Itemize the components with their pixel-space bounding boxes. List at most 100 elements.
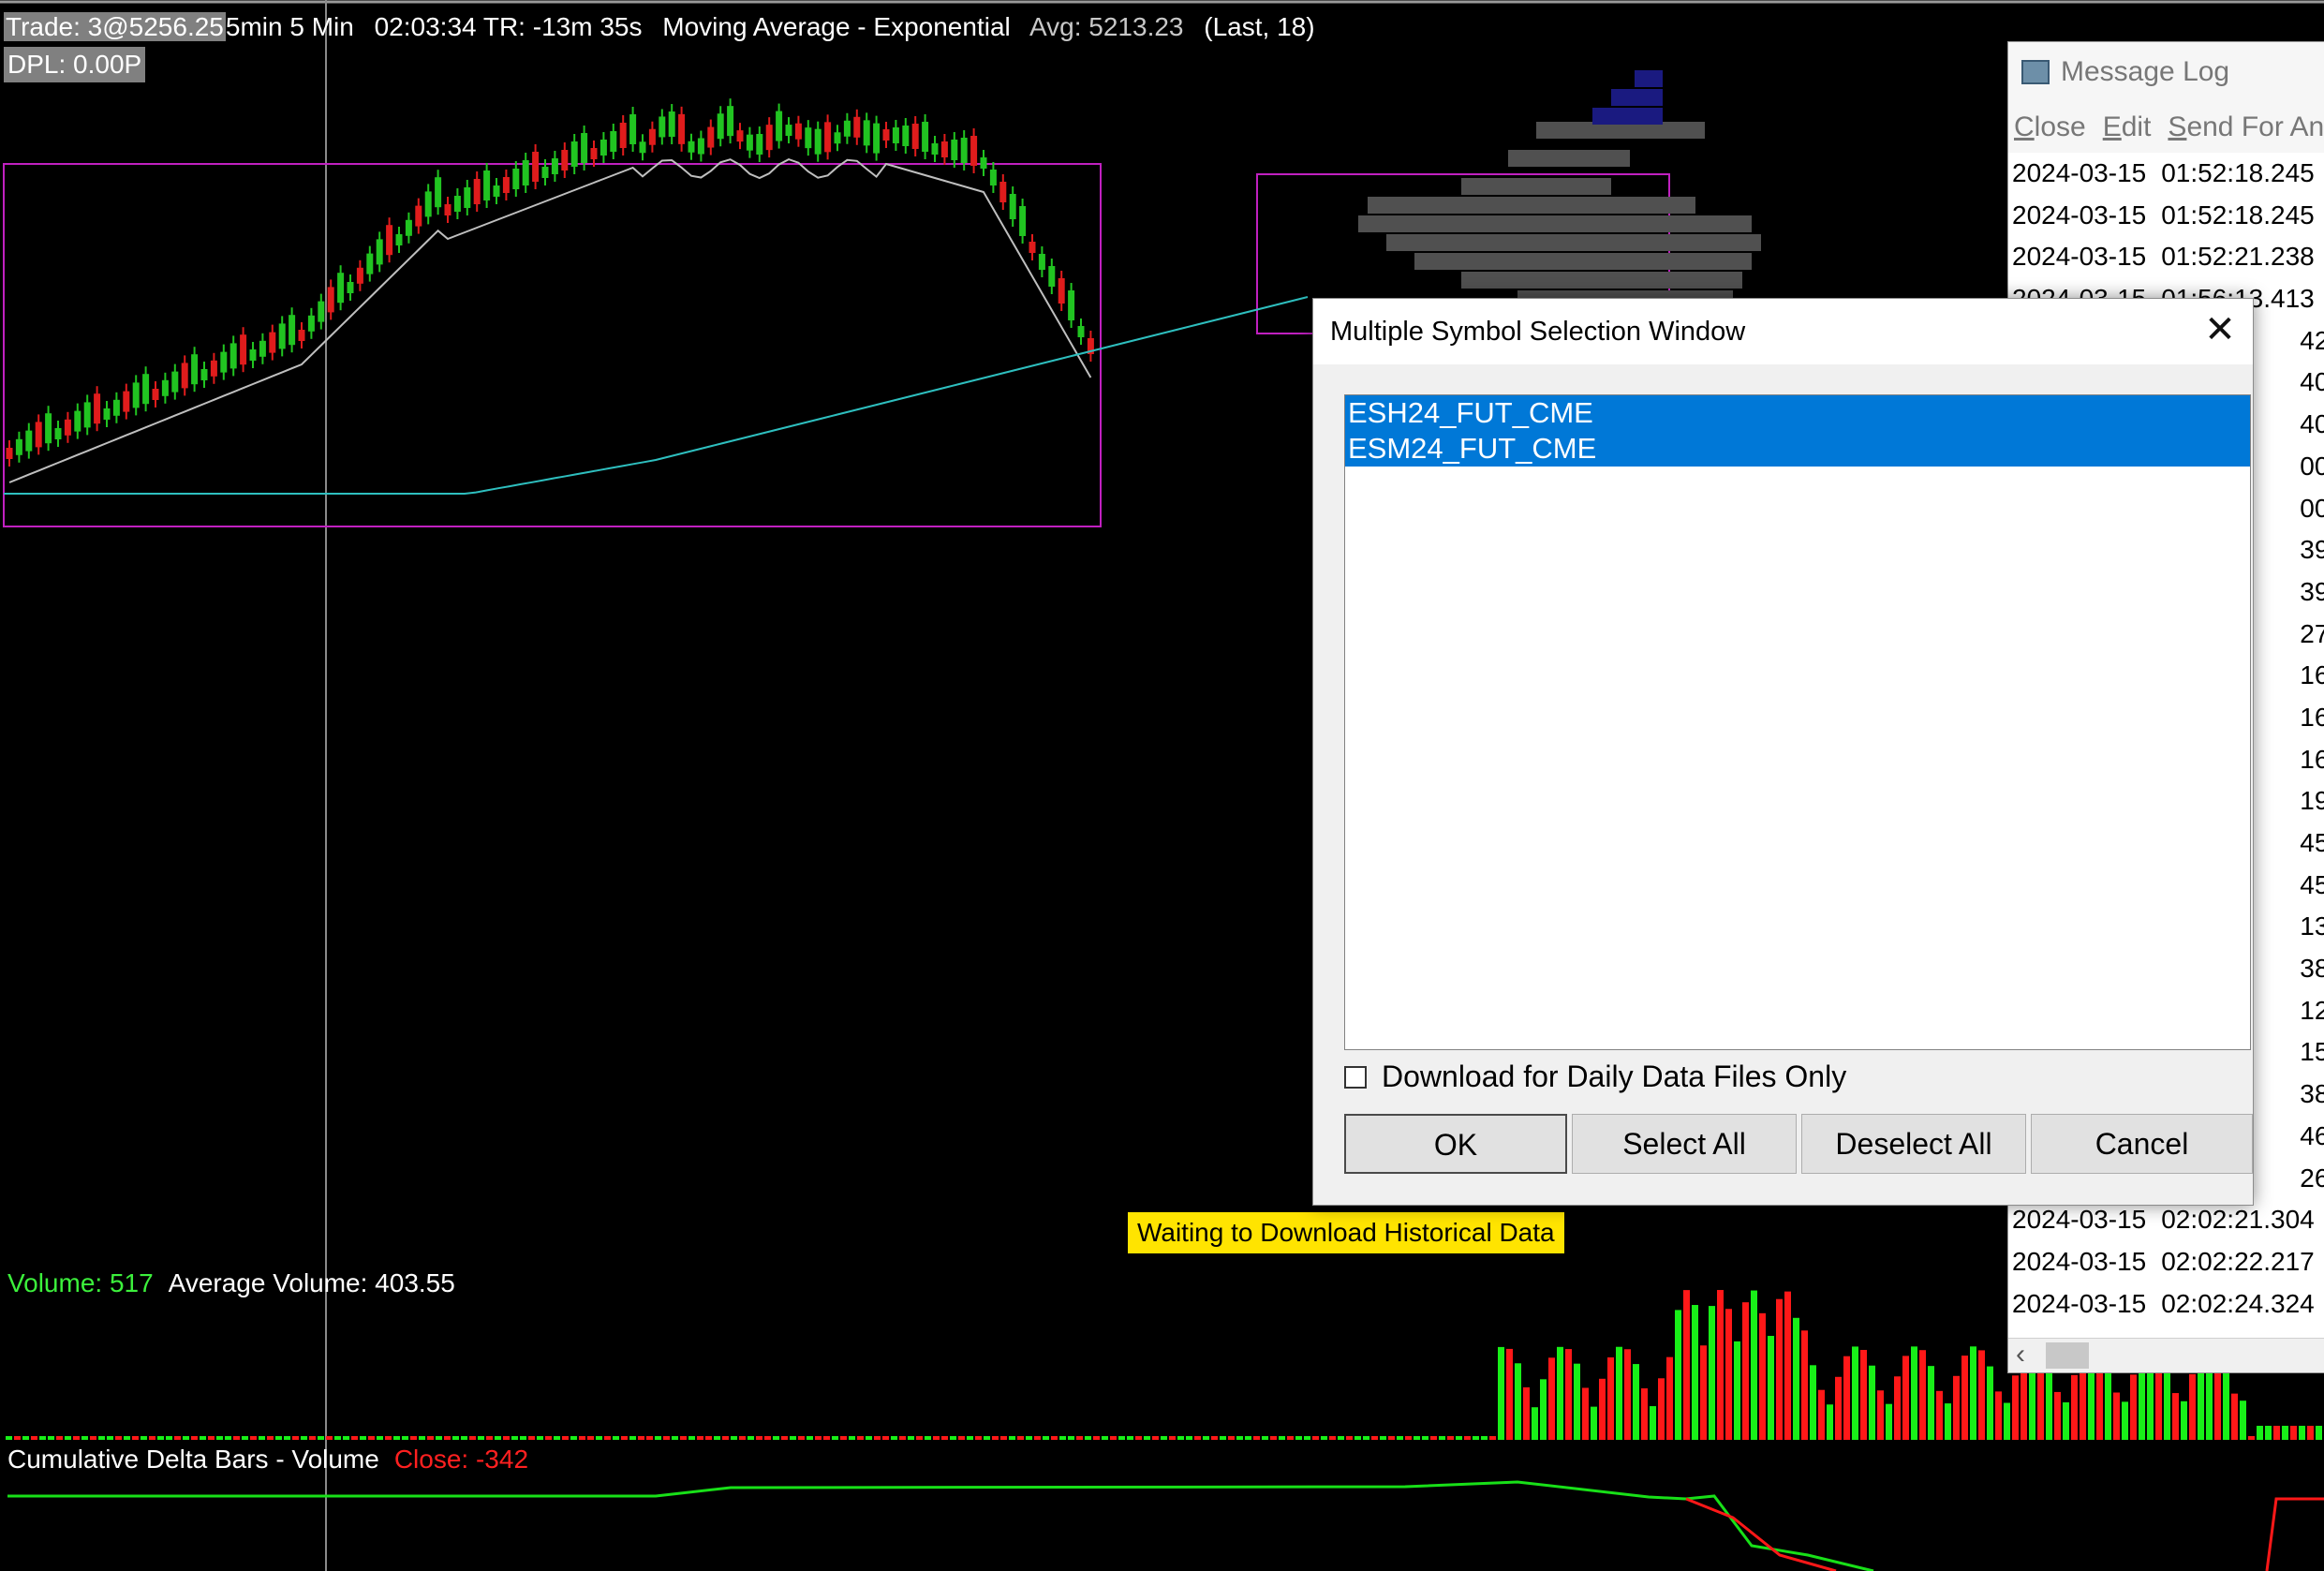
menu-edit[interactable]: Edit [2103, 111, 2152, 143]
volume-bar [1236, 1436, 1243, 1440]
volume-bar [596, 1436, 602, 1440]
candle-body [736, 130, 744, 142]
study-name: Moving Average - Exponential [662, 12, 1011, 41]
volume-profile-bar [1368, 197, 1695, 214]
candle-body [1009, 194, 1016, 219]
volume-bar [798, 1436, 805, 1440]
dialog-titlebar[interactable]: Multiple Symbol Selection Window ✕ [1313, 299, 2253, 364]
volume-bar [1270, 1436, 1277, 1440]
volume-bar [1135, 1436, 1142, 1440]
volume-bar [1211, 1436, 1218, 1440]
cumulative-delta-close: Close: -342 [393, 1445, 529, 1474]
volume-bar [2113, 1392, 2120, 1440]
message-log-date: 2024-03-15 [2012, 242, 2147, 272]
message-log-title: Message Log [2061, 56, 2230, 87]
candle-body [415, 205, 422, 227]
scroll-thumb[interactable] [2046, 1342, 2089, 1369]
daily-data-checkbox[interactable] [1344, 1065, 1367, 1089]
candle-body [405, 219, 412, 236]
volume-bar [545, 1436, 552, 1440]
symbol-list[interactable]: ESH24_FUT_CME ESM24_FUT_CME [1344, 394, 2251, 1050]
menu-send-for-analysis[interactable]: Send For Ana [2168, 111, 2324, 143]
volume-bar [1059, 1436, 1066, 1440]
volume-bar [1329, 1436, 1336, 1440]
volume-bar [1220, 1436, 1226, 1440]
menu-close[interactable]: Close [2014, 111, 2086, 143]
message-log-time: 190 [2300, 786, 2324, 816]
volume-profile-top [1635, 70, 1663, 87]
message-log-row[interactable]: 2024-03-15 02:02:22.217 [2008, 1241, 2324, 1283]
symbol-item-esh24[interactable]: ESH24_FUT_CME [1345, 395, 2250, 431]
symbol-item-esm24[interactable]: ESM24_FUT_CME [1345, 431, 2250, 467]
volume-bar [528, 1436, 535, 1440]
volume-bar [604, 1436, 611, 1440]
volume-bar [663, 1436, 670, 1440]
scroll-left-icon[interactable]: ‹ [2016, 1339, 2040, 1372]
candle-body [356, 267, 363, 284]
message-log-titlebar[interactable]: Message Log [2008, 42, 2324, 102]
volume-bar [705, 1436, 712, 1440]
volume-bar [469, 1436, 476, 1440]
message-log-hscrollbar[interactable]: ‹ [2008, 1338, 2324, 1372]
message-log-row[interactable]: 2024-03-15 02:02:24.324 [2008, 1283, 2324, 1326]
candle-body [765, 125, 773, 151]
volume-bar [39, 1436, 46, 1440]
candle-body [882, 129, 890, 141]
volume-bar [1203, 1436, 1209, 1440]
volume-bar [950, 1436, 956, 1440]
deselect-all-button[interactable]: Deselect All [1801, 1114, 2026, 1174]
volume-bar [309, 1436, 316, 1440]
volume-bar [1902, 1356, 1909, 1440]
message-log-date: 2024-03-15 [2012, 1205, 2147, 1235]
candle-body [83, 402, 91, 428]
candle-body [200, 369, 208, 380]
candle-body [1058, 278, 1065, 304]
candle-body [444, 204, 451, 215]
volume-bar [1624, 1349, 1631, 1440]
candle-body [74, 410, 81, 432]
candle-body [366, 253, 374, 274]
candle-body [541, 167, 549, 178]
volume-bar [1936, 1390, 1943, 1440]
volume-bar [908, 1436, 914, 1440]
trade-readout: Trade: 3@5256.25 [4, 12, 226, 41]
volume-bar [1295, 1436, 1302, 1440]
message-log-row[interactable]: 2024-03-15 01:52:21.238 [2008, 236, 2324, 278]
message-log-time: 421 [2300, 325, 2324, 355]
volume-bar [48, 1436, 54, 1440]
select-all-button[interactable]: Select All [1572, 1114, 1797, 1174]
cancel-button[interactable]: Cancel [2031, 1114, 2253, 1174]
volume-bar [1995, 1391, 2002, 1440]
volume-bar [22, 1436, 29, 1440]
candle-body [435, 177, 442, 208]
candle-body [1029, 242, 1036, 253]
message-log-time: 01:52:21.238 [2161, 242, 2315, 272]
volume-bar [343, 1436, 349, 1440]
volume-bar [2307, 1426, 2314, 1440]
message-log-time: 133 [2300, 911, 2324, 941]
message-log-row[interactable]: 2024-03-15 01:52:18.245 [2008, 195, 2324, 237]
volume-bar [857, 1436, 864, 1440]
volume-bar [992, 1436, 999, 1440]
volume-bar [790, 1436, 796, 1440]
candle-body [911, 124, 919, 149]
close-icon[interactable]: ✕ [2187, 299, 2253, 364]
message-log-row[interactable]: 2024-03-15 01:52:18.245 [2008, 153, 2324, 195]
volume-profile-bar [1386, 234, 1761, 251]
multiple-symbol-selection-dialog[interactable]: Multiple Symbol Selection Window ✕ ESH24… [1312, 298, 2254, 1206]
volume-bar [157, 1436, 164, 1440]
candle-body [629, 114, 637, 144]
ema-slow-line [4, 296, 1309, 495]
candle-body [532, 152, 540, 182]
message-log-time: 450 [2300, 828, 2324, 857]
ok-button[interactable]: OK [1344, 1114, 1567, 1174]
volume-bar [688, 1436, 695, 1440]
candle-body [337, 273, 345, 304]
candle-body [581, 133, 588, 163]
volume-bar [267, 1436, 274, 1440]
volume-bar [941, 1436, 948, 1440]
volume-bar [1194, 1436, 1201, 1440]
volume-bar [967, 1436, 973, 1440]
volume-bar [1506, 1348, 1513, 1440]
candle-body [64, 419, 71, 436]
